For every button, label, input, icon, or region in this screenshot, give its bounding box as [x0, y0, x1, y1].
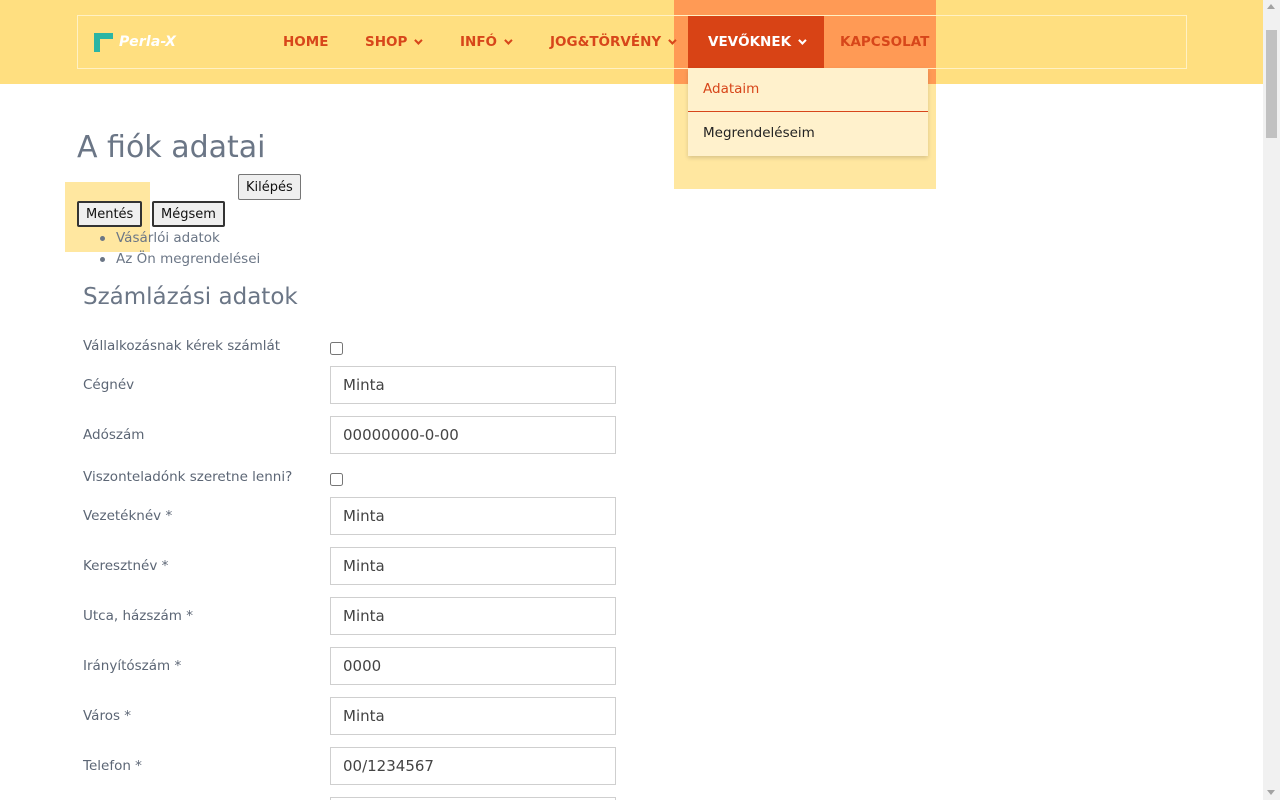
nav-law-label: JOG&TÖRVÉNY — [550, 34, 662, 50]
scrollbar-thumb[interactable] — [1266, 30, 1277, 138]
cancel-button[interactable]: Mégsem — [152, 201, 225, 227]
nav-customers-label: VEVŐKNEK — [708, 34, 792, 50]
first-name-input[interactable] — [330, 547, 616, 585]
nav-customers[interactable]: VEVŐKNEK — [688, 16, 825, 68]
street-input[interactable] — [330, 597, 616, 635]
city-input[interactable] — [330, 697, 616, 735]
nav-shop-label: SHOP — [365, 34, 408, 50]
account-tabs: Vásárlói adatok Az Ön megrendelései — [100, 229, 260, 271]
phone-label: Telefon * — [83, 758, 142, 774]
logout-button[interactable]: Kilépés — [238, 174, 301, 200]
nav-contact[interactable]: KAPCSOLAT — [840, 16, 929, 68]
company-name-input[interactable] — [330, 366, 616, 404]
last-name-label: Vezetéknév * — [83, 508, 173, 524]
site-logo[interactable]: Perla-X — [94, 31, 176, 53]
street-label: Utca, házszám * — [83, 608, 193, 624]
first-name-label: Keresztnév * — [83, 558, 169, 574]
zip-label: Irányítószám * — [83, 658, 182, 674]
customers-dropdown: Adataim Megrendeléseim — [688, 68, 928, 156]
save-button[interactable]: Mentés — [77, 201, 143, 227]
tab-your-orders[interactable]: Az Ön megrendelései — [100, 250, 260, 271]
company-name-label: Cégnév — [83, 377, 135, 393]
nav-law[interactable]: JOG&TÖRVÉNY — [550, 16, 677, 68]
company-invoice-checkbox[interactable] — [330, 342, 343, 355]
nav-shop[interactable]: SHOP — [365, 16, 424, 68]
zip-input[interactable] — [330, 647, 616, 685]
logo-icon — [94, 32, 113, 52]
section-title: Számlázási adatok — [83, 284, 298, 310]
dropdown-divider — [688, 111, 928, 112]
dropdown-item-my-data[interactable]: Adataim — [703, 81, 759, 97]
company-invoice-label: Vállalkozásnak kérek számlát — [83, 338, 281, 354]
nav-home-label: HOME — [283, 34, 329, 50]
logo-text: Perla-X — [119, 34, 177, 50]
chevron-down-icon — [798, 36, 807, 45]
phone-input[interactable] — [330, 747, 616, 785]
reseller-checkbox[interactable] — [330, 473, 343, 486]
scroll-up-icon[interactable] — [1267, 4, 1275, 9]
nav-info[interactable]: INFÓ — [460, 16, 513, 68]
last-name-input[interactable] — [330, 497, 616, 535]
reseller-label: Viszonteladónk szeretne lenni? — [83, 469, 293, 485]
scroll-down-icon[interactable] — [1267, 790, 1275, 795]
nav-info-label: INFÓ — [460, 34, 498, 50]
tax-number-label: Adószám — [83, 427, 145, 443]
tax-number-input[interactable] — [330, 416, 616, 454]
nav-home[interactable]: HOME — [283, 16, 328, 68]
dropdown-item-my-orders[interactable]: Megrendeléseim — [703, 125, 815, 141]
tab-customer-data[interactable]: Vásárlói adatok — [100, 229, 260, 250]
page-title: A fiók adatai — [77, 130, 266, 165]
nav-contact-label: KAPCSOLAT — [840, 34, 930, 50]
city-label: Város * — [83, 708, 132, 724]
